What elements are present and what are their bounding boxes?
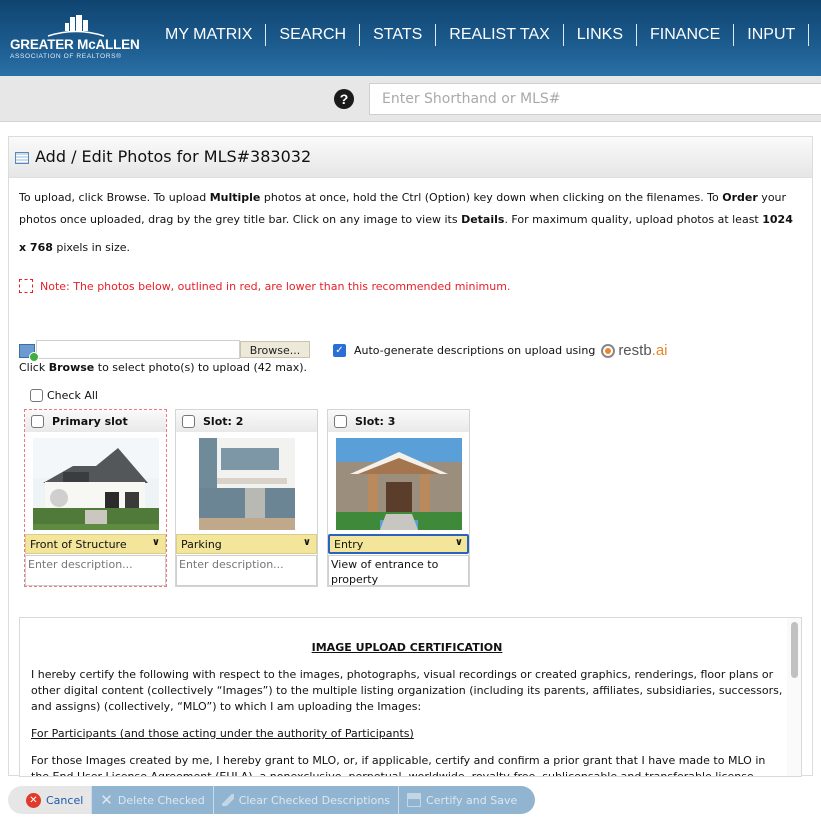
hint-text: to select photo(s) to upload (42 max). — [94, 361, 308, 374]
instruction-bold: Details — [461, 213, 505, 226]
certification-heading: IMAGE UPLOAD CERTIFICATION — [311, 641, 503, 654]
photo-description-input[interactable] — [25, 555, 166, 586]
restb-suffix: .ai — [651, 342, 668, 359]
photo-thumbnail-house[interactable] — [33, 438, 159, 530]
check-all-label: Check All — [47, 389, 98, 402]
auto-generate-label: Auto-generate descriptions on upload usi… — [354, 344, 596, 357]
low-resolution-note: Note: The photos below, outlined in red,… — [19, 279, 510, 293]
top-navigation-bar: GREATER McALLEN ASSOCIATION OF REALTORS®… — [0, 0, 821, 76]
restb-logo-icon — [601, 343, 616, 358]
file-upload-row: Browse... — [19, 340, 310, 362]
slot-checkbox[interactable] — [182, 414, 195, 428]
photo-category-select[interactable]: Entry — [328, 534, 469, 554]
logo-title: GREATER McALLEN — [10, 37, 140, 52]
file-path-field[interactable] — [36, 340, 240, 359]
instruction-text: . For maximum quality, upload photos at … — [504, 213, 763, 226]
hint-text: Click — [19, 361, 49, 374]
hint-bold: Browse — [48, 361, 95, 374]
image-upload-certification[interactable]: IMAGE UPLOAD CERTIFICATION I hereby cert… — [19, 617, 802, 777]
nav-finance[interactable]: FINANCE — [637, 24, 733, 46]
instruction-text: photos at once, hold the Ctrl (Option) k… — [260, 191, 723, 204]
slot-label: Slot: 3 — [355, 414, 396, 428]
nav-marketing[interactable]: MARKETING — [809, 24, 821, 46]
instruction-text: To upload, click Browse. To upload — [19, 191, 210, 204]
instruction-bold: x 768 — [19, 241, 53, 254]
slot-title-bar[interactable]: Primary slot — [25, 410, 166, 432]
photo-thumbnail-kitchen[interactable] — [199, 438, 295, 530]
photo-slot-3[interactable]: Slot: 3 Entry ∨ — [327, 409, 470, 587]
restb-brand: restb — [618, 342, 652, 359]
nav-my-matrix[interactable]: MY MATRIX — [152, 24, 265, 46]
note-text: Note: The photos below, outlined in red,… — [40, 279, 511, 293]
clear-descriptions-button[interactable]: Clear Checked Descriptions — [212, 786, 399, 814]
check-all-checkbox[interactable] — [30, 389, 43, 402]
slot-label: Primary slot — [52, 414, 128, 428]
shorthand-mls-input[interactable] — [369, 83, 821, 115]
upload-hint: Click Browse to select photo(s) to uploa… — [19, 361, 307, 374]
cancel-label: Cancel — [46, 793, 84, 807]
instruction-bold: 1024 — [762, 213, 793, 226]
logo-subtitle: ASSOCIATION OF REALTORS® — [10, 53, 122, 60]
delete-checked-label: Delete Checked — [117, 793, 205, 807]
certification-paragraph: I hereby certify the following with resp… — [31, 668, 783, 713]
photo-description-input[interactable] — [176, 555, 317, 586]
photo-category-select[interactable]: Parking — [176, 534, 317, 554]
cancel-icon: ✕ — [26, 792, 41, 808]
nav-realist-tax[interactable]: REALIST TAX — [436, 24, 562, 46]
add-image-icon — [19, 343, 39, 362]
photo-thumbnail-entry[interactable] — [336, 438, 462, 530]
browse-button[interactable]: Browse... — [240, 341, 310, 358]
nav-input[interactable]: INPUT — [734, 24, 808, 46]
restb-ai-logo: restb .ai — [601, 342, 668, 359]
certify-and-save-button[interactable]: Certify and Save — [398, 786, 536, 814]
upload-instructions: To upload, click Browse. To upload Multi… — [19, 187, 804, 259]
photo-category-select[interactable]: Front of Structure — [25, 534, 166, 554]
action-button-bar: ✕ Cancel ✕ Delete Checked Clear Checked … — [8, 786, 536, 814]
check-all[interactable]: Check All — [30, 389, 98, 402]
slot-checkbox[interactable] — [31, 414, 44, 428]
building-logo-icon — [47, 15, 105, 37]
cancel-button[interactable]: ✕ Cancel — [8, 786, 92, 814]
greater-mcallen-logo[interactable]: GREATER McALLEN ASSOCIATION OF REALTORS® — [10, 15, 142, 63]
table-icon — [15, 152, 29, 164]
main-nav: MY MATRIX SEARCH STATS REALIST TAX LINKS… — [152, 24, 821, 46]
certify-save-label: Certify and Save — [426, 793, 518, 807]
nav-links[interactable]: LINKS — [564, 24, 636, 46]
red-outline-icon — [19, 279, 33, 293]
page-title: Add / Edit Photos for MLS#383032 — [35, 147, 312, 166]
slot-title-bar[interactable]: Slot: 2 — [176, 410, 317, 432]
slot-title-bar[interactable]: Slot: 3 — [328, 410, 469, 432]
photo-slot-primary[interactable]: Primary slot Front of Structure ∨ — [24, 409, 167, 587]
auto-generate-option: ✓ Auto-generate descriptions on upload u… — [333, 342, 668, 359]
slot-label: Slot: 2 — [203, 414, 244, 428]
certification-scrollbar[interactable] — [787, 618, 801, 776]
certification-content: IMAGE UPLOAD CERTIFICATION I hereby cert… — [31, 618, 783, 777]
scrollbar-thumb[interactable] — [791, 622, 798, 678]
panel-header: Add / Edit Photos for MLS#383032 — [9, 137, 812, 178]
instruction-bold: Order — [722, 191, 758, 204]
nav-search[interactable]: SEARCH — [266, 24, 359, 46]
auto-generate-checkbox[interactable]: ✓ — [333, 344, 346, 357]
nav-stats[interactable]: STATS — [360, 24, 435, 46]
certification-paragraph: For those Images created by me, I hereby… — [31, 754, 766, 777]
photo-description-input[interactable] — [328, 555, 469, 586]
photo-slot-2[interactable]: Slot: 2 Parking ∨ — [175, 409, 318, 587]
add-edit-photos-panel: Add / Edit Photos for MLS#383032 To uplo… — [8, 136, 813, 777]
clear-descriptions-label: Clear Checked Descriptions — [238, 793, 391, 807]
delete-checked-button[interactable]: ✕ Delete Checked — [91, 786, 213, 814]
help-icon[interactable]: ? — [334, 89, 354, 109]
slot-checkbox[interactable] — [334, 414, 347, 428]
eraser-icon — [221, 794, 234, 806]
shorthand-bar: ? — [0, 76, 821, 122]
delete-x-icon: ✕ — [100, 791, 113, 809]
instruction-bold: Multiple — [209, 191, 261, 204]
save-disk-icon — [407, 793, 422, 807]
instruction-text: pixels in size. — [52, 241, 130, 254]
certification-subheading: For Participants (and those acting under… — [31, 727, 414, 740]
